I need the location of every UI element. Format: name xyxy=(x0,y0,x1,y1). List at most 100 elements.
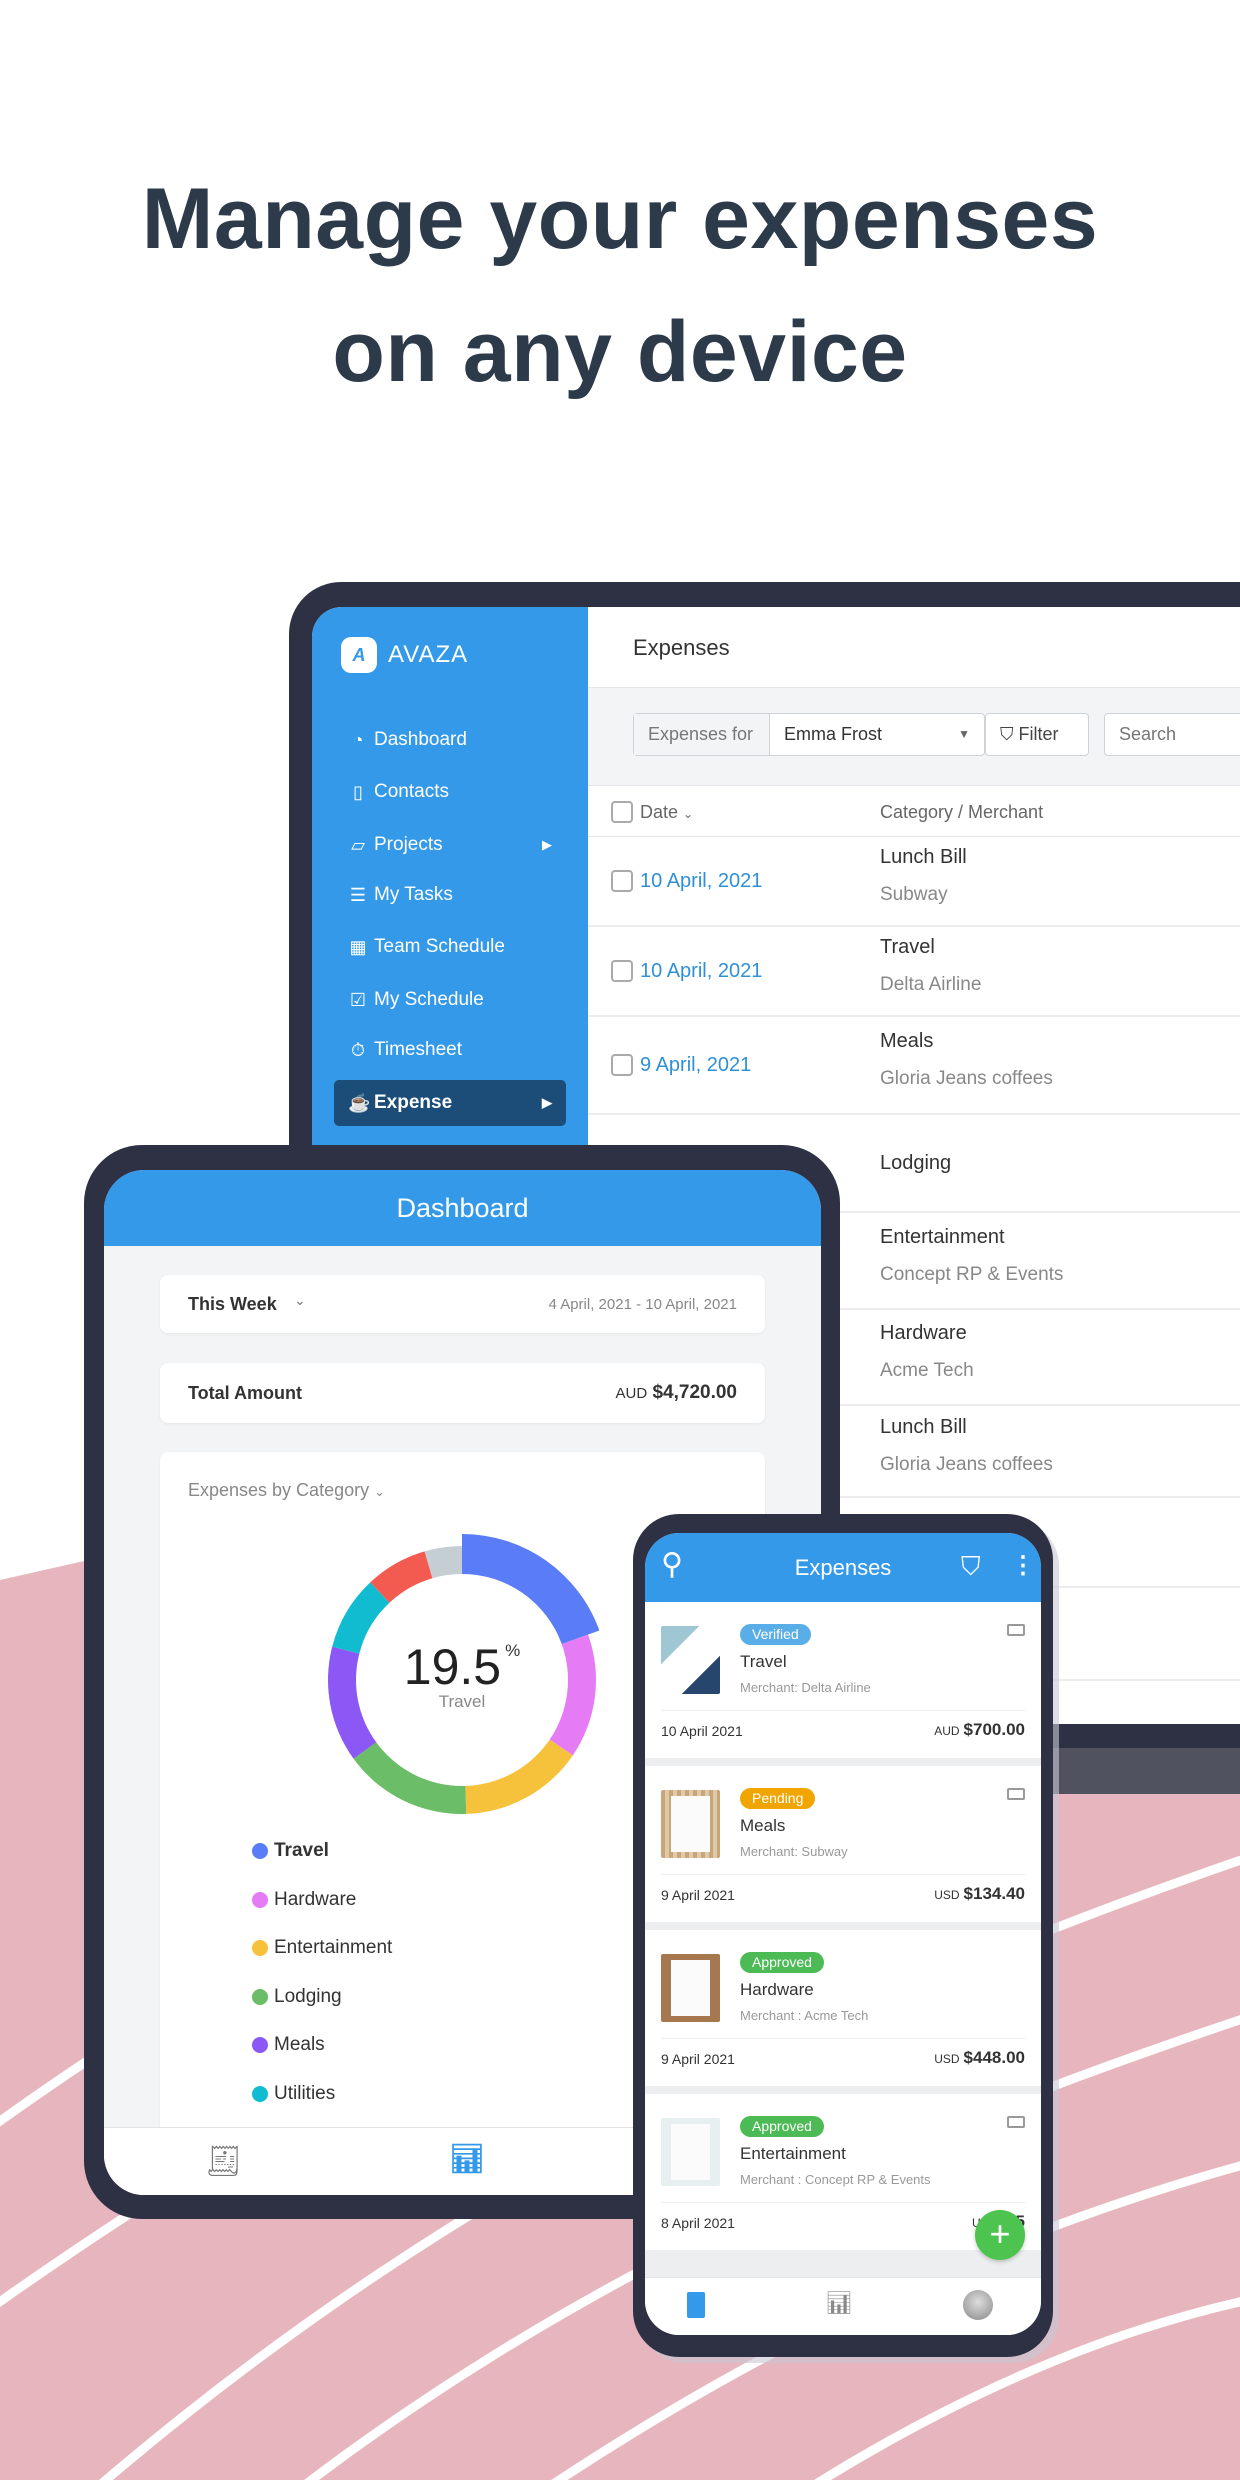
donut-center-label: Travel xyxy=(438,1692,486,1711)
sidebar-item-my-schedule[interactable]: ☑ My Schedule xyxy=(334,977,566,1023)
folder-icon: ▱ xyxy=(351,835,365,855)
filter-button[interactable]: ⛉ Filter xyxy=(985,713,1089,756)
status-badge: Approved xyxy=(740,1952,824,1973)
row-category: Meals xyxy=(880,1030,934,1052)
brand-name: AVAZA xyxy=(388,641,469,668)
expense-merchant: Merchant : Acme Tech xyxy=(740,2008,869,2023)
expense-date: 10 April 2021 xyxy=(661,1723,743,1739)
row-date-link[interactable]: 9 April, 2021 xyxy=(640,1054,751,1077)
date-column-header[interactable]: Date ⌄ xyxy=(640,802,693,823)
status-badge: Approved xyxy=(740,2116,824,2137)
avatar[interactable] xyxy=(963,2290,993,2320)
calendar-check-icon: ☑ xyxy=(349,990,367,1010)
expenses-for-select[interactable]: Expenses for Emma Frost ▼ xyxy=(633,713,985,756)
row-date-link[interactable]: 10 April, 2021 xyxy=(640,870,762,893)
receipt-thumbnail[interactable] xyxy=(661,1954,720,2022)
table-row[interactable]: 10 April, 2021 Travel Delta Airline xyxy=(588,927,1240,1017)
funnel-icon: ⛉ xyxy=(1000,724,1019,744)
coffee-cup-icon: ☕ xyxy=(348,1093,371,1113)
total-amount-card: Total Amount AUD $4,720.00 xyxy=(160,1363,765,1423)
filter-icon[interactable]: ⛉ xyxy=(961,1551,981,1583)
gauge-icon: ◔ xyxy=(352,730,364,750)
legend-dot xyxy=(252,2086,268,2102)
sidebar-item-dashboard[interactable]: ◔ Dashboard xyxy=(334,717,566,763)
more-vertical-icon[interactable]: ⋮ xyxy=(1011,1551,1035,1580)
expense-card[interactable]: Approved Hardware Merchant : Acme Tech 9… xyxy=(645,1930,1041,2086)
avaza-logo-icon[interactable]: A xyxy=(341,637,377,673)
sidebar-item-team-schedule[interactable]: ▦ Team Schedule xyxy=(334,924,566,970)
expense-card[interactable]: Pending Meals Merchant: Subway 9 April 2… xyxy=(645,1766,1041,1922)
expense-date: 9 April 2021 xyxy=(661,1887,735,1903)
legend-dot xyxy=(252,1891,268,1908)
legend-item[interactable]: Utilities xyxy=(252,2083,335,2105)
expense-category: Hardware xyxy=(740,1980,814,1999)
receipt-icon[interactable]: 🧾︎ xyxy=(204,2144,242,2179)
donut-slice-entertainment[interactable] xyxy=(465,1739,573,1814)
bar-chart-icon[interactable]: 📊︎ xyxy=(825,2290,853,2316)
legend-item[interactable]: Hardware xyxy=(252,1889,356,1911)
receipt-thumbnail[interactable] xyxy=(661,1626,720,1694)
row-checkbox[interactable] xyxy=(611,960,633,982)
row-checkbox[interactable] xyxy=(611,870,633,892)
select-all-checkbox[interactable] xyxy=(611,801,633,823)
search-input[interactable] xyxy=(1104,713,1240,756)
phone-title: Expenses xyxy=(794,1555,892,1580)
category-selector[interactable]: Expenses by Category ⌄ xyxy=(188,1480,385,1501)
chevron-right-icon: ▶ xyxy=(542,837,552,852)
receipt-thumbnail[interactable] xyxy=(661,2118,720,2186)
sidebar-item-timesheet[interactable]: ⏱ Timesheet xyxy=(334,1027,566,1073)
calendar-icon: ▦ xyxy=(349,937,367,957)
donut-center-unit: % xyxy=(505,1641,521,1660)
caret-down-icon: ▼ xyxy=(958,727,970,741)
sidebar-item-projects[interactable]: ▱ Projects ▶ xyxy=(334,822,566,868)
period-selector[interactable]: This Week ⌄ 4 April, 2021 - 10 April, 20… xyxy=(160,1275,765,1333)
add-expense-button[interactable]: + xyxy=(975,2210,1025,2260)
legend-dot xyxy=(252,1843,268,1859)
expense-amount: USD $134.40 xyxy=(934,1884,1025,1903)
expense-category: Meals xyxy=(740,1816,786,1835)
row-merchant: Concept RP & Events xyxy=(880,1263,1064,1285)
phone-header: ⚲ Expenses ⛉ ⋮ xyxy=(645,1533,1041,1602)
chevron-down-icon: ⌄ xyxy=(683,807,694,821)
legend-item[interactable]: Lodging xyxy=(252,1986,342,2008)
expense-card[interactable]: Verified Travel Merchant: Delta Airline … xyxy=(645,1602,1041,1758)
divider xyxy=(661,2038,1025,2039)
cash-icon xyxy=(1007,1788,1025,1800)
row-merchant: Acme Tech xyxy=(880,1360,974,1381)
table-row[interactable]: 9 April, 2021 Meals Gloria Jeans coffees xyxy=(588,1017,1240,1115)
row-date-link[interactable]: 10 April, 2021 xyxy=(640,960,762,983)
row-checkbox[interactable] xyxy=(611,1054,633,1076)
donut-center-value: 19.5 xyxy=(403,1639,502,1695)
headline-line-1: Manage your expenses xyxy=(141,171,1099,267)
bar-chart-icon[interactable]: 📊︎ xyxy=(449,2142,485,2175)
donut-slice-lodging[interactable] xyxy=(353,1742,467,1814)
legend-item[interactable]: Travel xyxy=(252,1840,329,1862)
category-column-header: Category / Merchant xyxy=(880,802,1044,822)
receipt-thumbnail[interactable] xyxy=(661,1790,720,1858)
checklist-icon: ☰ xyxy=(349,885,367,905)
contact-card-icon: ▯ xyxy=(353,782,363,802)
row-category: Lunch Bill xyxy=(880,846,967,868)
divider xyxy=(661,2202,1025,2203)
legend-dot xyxy=(252,2037,268,2054)
sidebar-item-contacts[interactable]: ▯ Contacts xyxy=(334,769,566,815)
legend-item[interactable]: Meals xyxy=(252,2034,325,2056)
legend-dot xyxy=(252,1940,268,1957)
row-category: Lunch Bill xyxy=(880,1416,967,1438)
donut-slice-travel[interactable] xyxy=(462,1534,600,1645)
legend-item[interactable]: Entertainment xyxy=(252,1937,392,1959)
phone-screen: ⚲ Expenses ⛉ ⋮ Verified Travel Merchant:… xyxy=(645,1533,1041,2335)
expense-merchant: Merchant: Subway xyxy=(740,1844,848,1859)
row-merchant: Delta Airline xyxy=(880,974,982,995)
date-range: 4 April, 2021 - 10 April, 2021 xyxy=(548,1296,737,1313)
table-row[interactable]: 10 April, 2021 Lunch Bill Subway xyxy=(588,837,1240,927)
sidebar-item-my-tasks[interactable]: ☰ My Tasks xyxy=(334,872,566,918)
expense-category: Travel xyxy=(740,1652,787,1671)
status-badge: Verified xyxy=(740,1624,811,1645)
tablet-header-title: Dashboard xyxy=(104,1170,821,1246)
row-category: Travel xyxy=(880,936,935,958)
receipt-icon[interactable] xyxy=(687,2292,705,2318)
sidebar-item-expense[interactable]: ☕ Expense ▶ xyxy=(334,1080,566,1126)
expense-merchant: Merchant : Concept RP & Events xyxy=(740,2172,931,2187)
row-category: Entertainment xyxy=(880,1225,1005,1248)
